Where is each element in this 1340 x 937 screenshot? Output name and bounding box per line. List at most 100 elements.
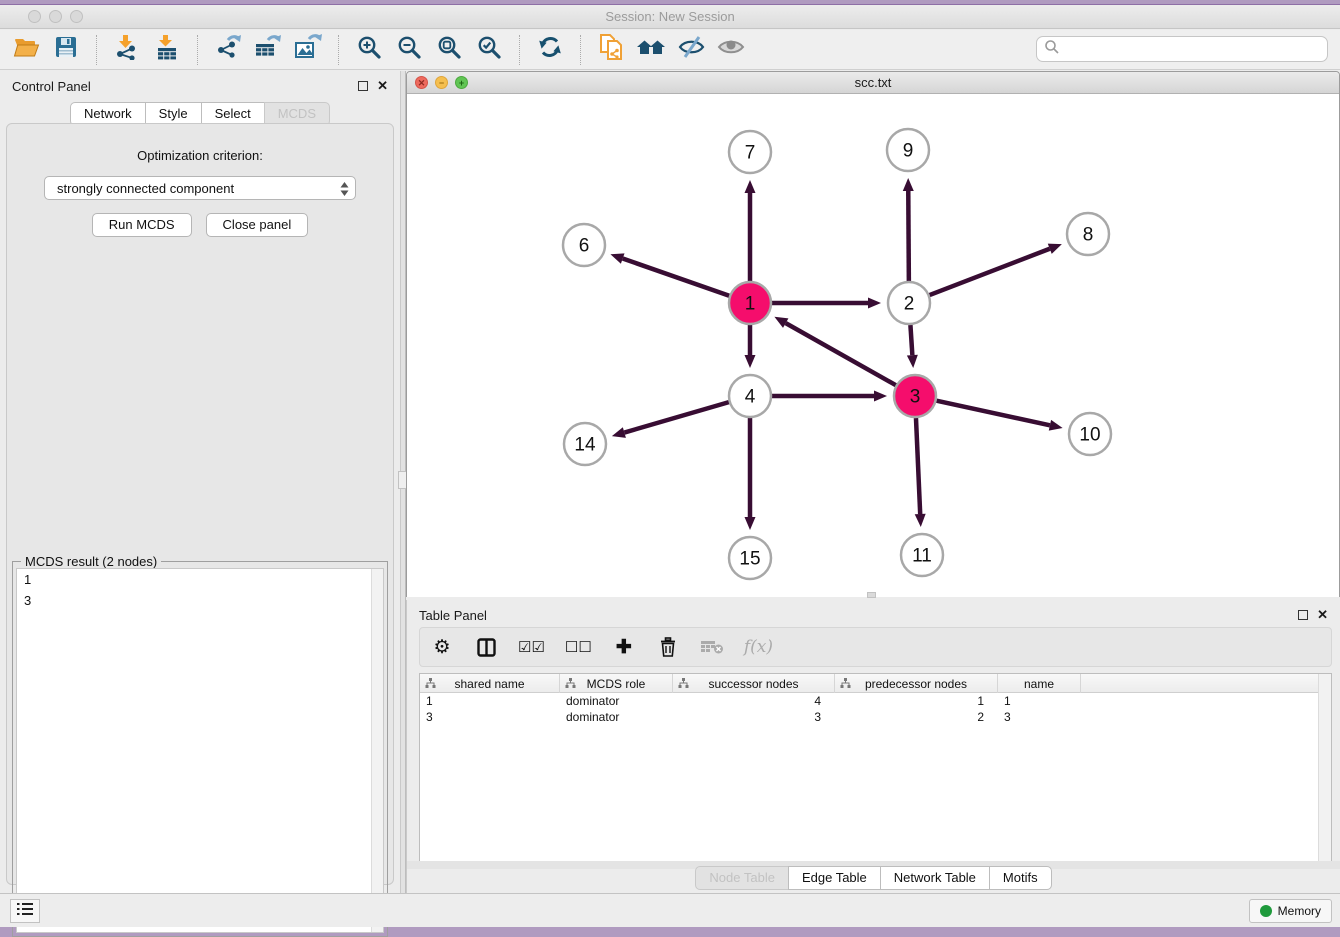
network-resize-grip[interactable] [867,592,876,598]
network-window-titlebar[interactable]: ✕ − + scc.txt [407,72,1339,94]
edge-arrowhead [745,517,756,530]
optimization-criterion-label: Optimization criterion: [7,148,393,163]
show-panel-button[interactable] [711,34,751,66]
export-network-icon [215,34,242,65]
mcds-tab-content: Optimization criterion: strongly connect… [6,123,394,885]
table-row[interactable]: 3dominator323 [420,709,1331,725]
column-header-MCDS-role[interactable]: MCDS role [560,674,673,693]
result-scrollbar[interactable] [371,569,383,932]
tab-network-table[interactable]: Network Table [880,866,990,890]
refresh-view-button[interactable] [530,34,570,66]
table-panel-title: Table Panel [419,608,487,623]
close-panel-button[interactable]: Close panel [206,213,309,237]
close-panel-icon[interactable]: ✕ [377,81,388,91]
network-window-title: scc.txt [855,75,892,90]
edge-arrowhead [1048,244,1062,254]
home-layout-button[interactable] [631,34,671,66]
close-window-button[interactable] [28,10,41,23]
table-cell[interactable]: 2 [835,709,998,725]
table-cell[interactable]: 3 [998,709,1081,725]
import-table-button[interactable] [147,34,187,66]
show-columns-icon[interactable] [474,638,498,657]
run-mcds-button[interactable]: Run MCDS [92,213,192,237]
table-cell[interactable]: 1 [835,693,998,709]
column-header-label: shared name [454,677,524,691]
graph-edge-4-14[interactable] [624,402,729,432]
column-header-shared-name[interactable]: shared name [420,674,560,693]
unselect-all-columns-icon[interactable]: ☐☐ [565,638,592,656]
float-table-panel-icon[interactable] [1298,610,1308,620]
graph-edge-3-10[interactable] [936,401,1049,426]
table-cell[interactable]: 1 [420,693,560,709]
edge-arrowhead [1049,420,1063,431]
toolbar-separator [338,35,339,65]
table-cell[interactable]: 4 [673,693,835,709]
column-header-predecessor-nodes[interactable]: predecessor nodes [835,674,998,693]
table-settings-gear-icon[interactable]: ⚙ [430,636,454,659]
table-row[interactable]: 1dominator411 [420,693,1331,709]
search-input[interactable] [1036,36,1328,62]
hide-panel-button[interactable] [671,34,711,66]
window-controls [28,10,83,23]
export-network-button[interactable] [208,34,248,66]
table-cell[interactable]: dominator [560,693,673,709]
network-maximize-button[interactable]: + [455,76,468,89]
export-table-button[interactable] [248,34,288,66]
graph-edge-2-9[interactable] [908,191,909,281]
zoom-out-button[interactable] [389,34,429,66]
column-header-name[interactable]: name [998,674,1081,693]
zoom-fit-icon [437,35,462,65]
close-table-panel-icon[interactable]: ✕ [1317,610,1328,620]
toolbar-separator [519,35,520,65]
import-network-button[interactable] [107,34,147,66]
minimize-window-button[interactable] [49,10,62,23]
optimization-criterion-select[interactable]: strongly connected component [44,176,356,200]
float-panel-icon[interactable] [358,81,368,91]
maximize-window-button[interactable] [70,10,83,23]
graph-node-label: 9 [903,141,914,162]
column-header-label: successor nodes [708,677,798,691]
network-minimize-button[interactable]: − [435,76,448,89]
tab-node-table[interactable]: Node Table [695,866,789,890]
open-session-button[interactable] [6,34,46,66]
table-cell[interactable]: dominator [560,709,673,725]
delete-column-trash-icon[interactable] [656,637,680,657]
result-line: 3 [17,590,383,611]
memory-button[interactable]: Memory [1249,899,1332,923]
save-session-button[interactable] [46,34,86,66]
table-cell[interactable]: 3 [673,709,835,725]
mcds-result-list[interactable]: 13 [16,568,384,933]
table-toolbar: ⚙ ☑☑ ☐☐ ✚ f(x) [419,627,1332,667]
zoom-selected-button[interactable] [469,34,509,66]
table-scrollbar[interactable] [1318,674,1331,862]
edge-arrowhead [612,427,626,438]
duplicate-network-button[interactable] [591,34,631,66]
network-close-button[interactable]: ✕ [415,76,428,89]
tab-edge-table[interactable]: Edge Table [788,866,881,890]
graph-node-label: 11 [912,546,932,567]
create-column-icon[interactable]: ✚ [612,636,636,659]
graph-edge-3-1[interactable] [786,323,896,385]
select-all-columns-icon[interactable]: ☑☑ [518,638,545,656]
edge-arrowhead [907,355,918,368]
table-cell[interactable]: 1 [998,693,1081,709]
graph-node-label: 2 [904,294,915,315]
graph-edge-3-11[interactable] [916,418,920,514]
tab-motifs[interactable]: Motifs [989,866,1052,890]
zoom-fit-button[interactable] [429,34,469,66]
import-network-icon [114,34,140,65]
graph-edge-2-3[interactable] [910,325,912,355]
edge-arrowhead [745,180,756,193]
graph-edge-2-8[interactable] [930,249,1050,295]
column-header-successor-nodes[interactable]: successor nodes [673,674,835,693]
export-image-icon [294,34,322,65]
table-cell[interactable]: 3 [420,709,560,725]
graph-edge-1-6[interactable] [623,259,730,296]
node-table[interactable]: shared name MCDS role successor nodes prede… [419,673,1332,863]
network-canvas[interactable]: 1234678910111415 [407,94,1339,597]
export-image-button[interactable] [288,34,328,66]
search-icon [1044,39,1060,60]
task-history-button[interactable] [10,899,40,923]
zoom-in-button[interactable] [349,34,389,66]
edge-arrowhead [903,178,914,191]
